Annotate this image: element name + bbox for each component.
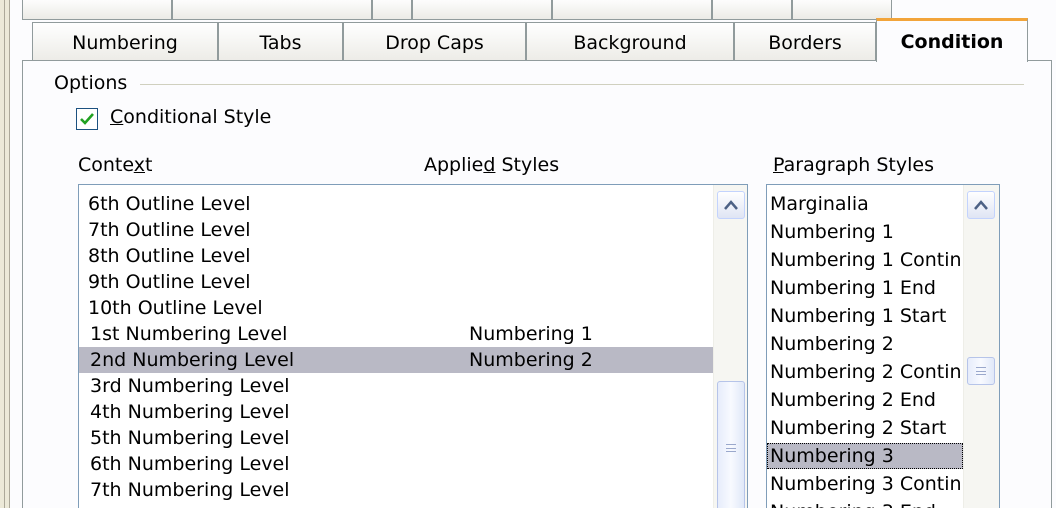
grip-icon: [976, 367, 986, 375]
tab-tabs[interactable]: Tabs: [218, 22, 343, 62]
list-item[interactable]: 4th Numbering Level: [79, 399, 713, 425]
label-text: onditional Style: [123, 106, 272, 128]
tab-condition[interactable]: Condition: [876, 18, 1028, 62]
context-name: 6th Numbering Level: [90, 453, 290, 475]
checkmark-icon: [80, 113, 94, 125]
back-tab-row: [22, 0, 1022, 20]
context-name: 8th Outline Level: [88, 245, 251, 267]
context-name: 9th Outline Level: [88, 271, 251, 293]
list-item-selected[interactable]: Numbering 3: [767, 443, 963, 469]
label-text: Conte: [78, 154, 134, 176]
context-column-header: Context: [78, 154, 152, 176]
list-item[interactable]: 1st Numbering Level Numbering 1: [79, 321, 713, 347]
back-tab[interactable]: [22, 0, 172, 20]
context-scrollbar[interactable]: [713, 185, 747, 508]
list-item[interactable]: 5th Numbering Level: [79, 425, 713, 451]
tab-label: Condition: [900, 30, 1004, 53]
list-item-selected[interactable]: 2nd Numbering Level Numbering 2: [79, 347, 713, 373]
tab-label: Borders: [768, 31, 842, 54]
chevron-up-icon: [724, 200, 738, 210]
tab-background[interactable]: Background: [526, 22, 734, 62]
tab-label: Background: [573, 31, 687, 54]
context-name: 7th Numbering Level: [90, 479, 290, 501]
mnemonic: x: [133, 154, 145, 176]
context-name: 3rd Numbering Level: [90, 375, 290, 397]
scroll-up-button[interactable]: [967, 191, 995, 219]
mnemonic: P: [773, 154, 784, 176]
list-item[interactable]: Numbering 3 End: [767, 499, 963, 508]
options-group-label: Options: [54, 72, 128, 94]
applied-style: Numbering 2: [469, 349, 593, 371]
grip-icon: [726, 444, 736, 452]
label-text: Styles: [495, 154, 560, 176]
context-name: 10th Outline Level: [88, 297, 263, 319]
tab-label: Drop Caps: [385, 31, 484, 54]
back-tab[interactable]: [372, 0, 412, 20]
list-item[interactable]: Numbering 2 Start: [767, 415, 963, 441]
list-item[interactable]: Numbering 1 Start: [767, 303, 963, 329]
applied-style: Numbering 1: [469, 323, 593, 345]
tab-borders[interactable]: Borders: [734, 22, 876, 62]
list-item[interactable]: 6th Numbering Level: [79, 451, 713, 477]
paragraph-styles-scrollbar[interactable]: [963, 185, 999, 508]
list-item[interactable]: Numbering 2 Continue: [767, 359, 963, 385]
scroll-thumb[interactable]: [967, 357, 995, 385]
mnemonic: C: [110, 106, 124, 128]
scroll-up-button[interactable]: [717, 191, 745, 219]
tab-drop-caps[interactable]: Drop Caps: [343, 22, 526, 62]
back-tab[interactable]: [792, 0, 892, 20]
back-tab[interactable]: [552, 0, 712, 20]
list-item[interactable]: Numbering 1: [767, 219, 963, 245]
scroll-thumb[interactable]: [717, 381, 745, 508]
label-text: Applie: [424, 154, 484, 176]
context-name: 4th Numbering Level: [90, 401, 290, 423]
label-text: t: [145, 154, 153, 176]
options-divider: [140, 84, 1024, 85]
list-item[interactable]: 9th Outline Level: [79, 269, 713, 295]
back-tab[interactable]: [172, 0, 372, 20]
list-item[interactable]: Numbering 1 End: [767, 275, 963, 301]
conditional-style-checkbox[interactable]: [76, 108, 98, 130]
context-name: 2nd Numbering Level: [90, 349, 295, 371]
conditional-style-label[interactable]: Conditional Style: [110, 106, 271, 128]
back-tab[interactable]: [412, 0, 552, 20]
tab-label: Numbering: [72, 31, 178, 54]
tab-numbering[interactable]: Numbering: [32, 22, 218, 62]
tab-label: Tabs: [259, 31, 302, 54]
window-frame-left: [0, 0, 10, 508]
tab-bar: Numbering Tabs Drop Caps Background Bord…: [22, 18, 1032, 62]
list-item[interactable]: Numbering 2 End: [767, 387, 963, 413]
mnemonic: d: [483, 154, 496, 176]
back-tab[interactable]: [712, 0, 792, 20]
list-item[interactable]: Marginalia: [767, 191, 963, 217]
list-item[interactable]: Numbering 1 Continue: [767, 247, 963, 273]
list-item[interactable]: 8th Outline Level: [79, 243, 713, 269]
list-item[interactable]: Numbering 2: [767, 331, 963, 357]
context-list[interactable]: 6th Outline Level 7th Outline Level 8th …: [78, 184, 748, 508]
context-name: 7th Outline Level: [88, 219, 251, 241]
context-name: 6th Outline Level: [88, 193, 251, 215]
list-item[interactable]: Numbering 3 Continue: [767, 471, 963, 497]
list-item[interactable]: 7th Outline Level: [79, 217, 713, 243]
paragraph-styles-list[interactable]: Marginalia Numbering 1 Numbering 1 Conti…: [766, 184, 1000, 508]
chevron-up-icon: [974, 200, 988, 210]
label-text: aragraph Styles: [783, 154, 934, 176]
context-name: 1st Numbering Level: [90, 323, 288, 345]
list-item[interactable]: 7th Numbering Level: [79, 477, 713, 503]
context-name: 5th Numbering Level: [90, 427, 290, 449]
list-item[interactable]: 10th Outline Level: [79, 295, 713, 321]
list-item[interactable]: 3rd Numbering Level: [79, 373, 713, 399]
list-item[interactable]: 6th Outline Level: [79, 191, 713, 217]
paragraph-styles-header: Paragraph Styles: [773, 154, 934, 176]
applied-styles-column-header: Applied Styles: [424, 154, 559, 176]
